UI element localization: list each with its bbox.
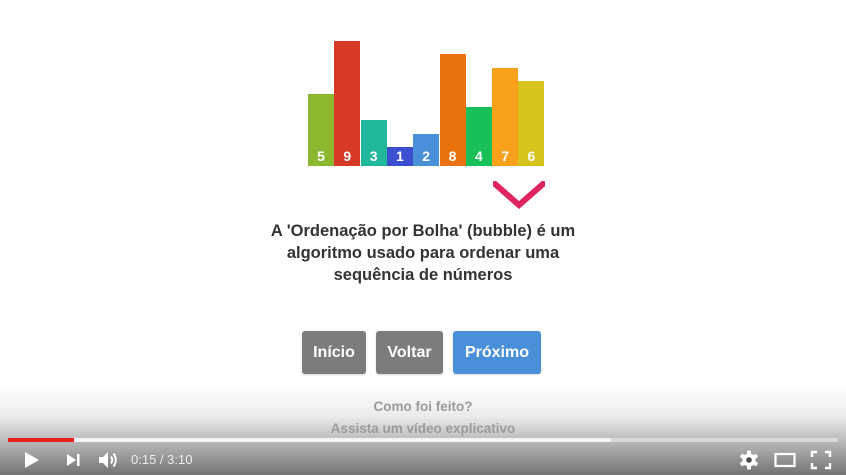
bar-value-label: 9 bbox=[343, 148, 352, 164]
fullscreen-icon[interactable] bbox=[809, 449, 833, 471]
settings-icon[interactable] bbox=[737, 449, 761, 471]
bar-value-label: 6 bbox=[527, 148, 536, 164]
bar-chart: 593128476 bbox=[308, 0, 548, 166]
current-time: 0:15 bbox=[131, 452, 157, 467]
slide-text: A 'Ordenação por Bolha' (bubble) é um al… bbox=[223, 220, 623, 286]
progress-bar[interactable] bbox=[8, 438, 838, 442]
theater-mode-icon[interactable] bbox=[773, 449, 797, 471]
bar-value-label: 8 bbox=[448, 148, 457, 164]
bar-1: 1 bbox=[386, 146, 413, 166]
voltar-button[interactable]: Voltar bbox=[376, 331, 443, 374]
bar-8: 8 bbox=[439, 54, 466, 166]
video-player[interactable]: 593128476 A 'Ordenação por Bolha' (bubbl… bbox=[0, 0, 846, 475]
how-made-link[interactable]: Como foi feito? bbox=[270, 399, 576, 414]
bar-value-label: 1 bbox=[395, 148, 404, 164]
bar-value-label: 5 bbox=[317, 148, 325, 164]
inicio-button[interactable]: Início bbox=[302, 331, 366, 374]
slide-text-line-2: algoritmo usado para ordenar uma bbox=[286, 244, 560, 262]
bar-value-label: 4 bbox=[474, 148, 483, 164]
time-separator: / bbox=[156, 452, 168, 467]
bar-6: 6 bbox=[518, 80, 545, 166]
progress-played bbox=[8, 438, 74, 442]
slide-text-line-1: A 'Ordenação por Bolha' (bubble) é um bbox=[270, 222, 576, 240]
chevron-down-icon[interactable] bbox=[493, 181, 545, 211]
volume-icon[interactable] bbox=[96, 449, 120, 471]
bar-4: 4 bbox=[465, 107, 492, 166]
progress-buffered bbox=[8, 438, 612, 442]
next-icon[interactable] bbox=[61, 449, 85, 471]
bar-value-label: 7 bbox=[501, 148, 509, 164]
bar-3: 3 bbox=[360, 120, 387, 166]
time-display: 0:15 / 3:10 bbox=[131, 452, 192, 467]
bar-5: 5 bbox=[308, 94, 334, 166]
bar-9: 9 bbox=[334, 41, 361, 166]
duration: 3:10 bbox=[167, 452, 193, 467]
bar-2: 2 bbox=[413, 133, 440, 166]
bar-value-label: 2 bbox=[422, 148, 431, 164]
bar-value-label: 3 bbox=[369, 148, 378, 164]
play-icon[interactable] bbox=[20, 449, 44, 471]
bar-7: 7 bbox=[492, 67, 519, 166]
slide-text-line-3: sequência de números bbox=[333, 266, 513, 284]
proximo-button[interactable]: Próximo bbox=[453, 331, 541, 374]
explainer-video-link[interactable]: Assista um vídeo explicativo bbox=[270, 421, 576, 436]
